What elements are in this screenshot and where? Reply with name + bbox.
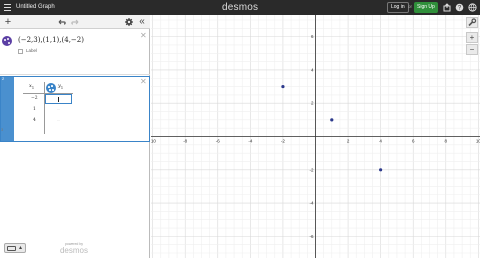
table-header-y[interactable]: y1 bbox=[58, 83, 63, 90]
top-bar: Untitled Graph desmos Log in or Sign Up … bbox=[0, 0, 480, 15]
x-tick-label: 8 bbox=[445, 139, 448, 144]
expression-toolbar: + « bbox=[0, 15, 150, 29]
table-expression[interactable]: 2 ✕ x1 y1 −2 1 4 ... ... bbox=[0, 76, 150, 142]
menu-icon[interactable] bbox=[4, 4, 11, 11]
table-cell-x[interactable]: 4 bbox=[33, 118, 36, 123]
x-tick-label: -10 bbox=[151, 139, 156, 144]
x-tick-label: -6 bbox=[216, 139, 220, 144]
table-cell-y[interactable]: ... bbox=[57, 117, 60, 122]
globe-icon[interactable] bbox=[468, 3, 477, 12]
expression-input[interactable]: (−2,3),(1,1),(4,−2) bbox=[18, 36, 84, 44]
expression-number: 2 bbox=[2, 76, 5, 81]
help-icon[interactable]: ? bbox=[455, 3, 464, 12]
x-tick-label: 10 bbox=[476, 139, 480, 144]
data-point[interactable] bbox=[379, 168, 383, 172]
x-tick-label: -8 bbox=[183, 139, 187, 144]
undo-icon[interactable] bbox=[57, 17, 67, 27]
y-tick-label: -6 bbox=[309, 234, 313, 239]
redo-icon[interactable] bbox=[70, 17, 80, 27]
label-checkbox[interactable] bbox=[18, 49, 23, 54]
wrench-icon[interactable] bbox=[466, 17, 478, 28]
new-expression-number[interactable]: 3 bbox=[1, 127, 3, 132]
keyboard-icon bbox=[7, 246, 16, 251]
add-expression-button[interactable]: + bbox=[3, 17, 13, 28]
login-button[interactable]: Log in bbox=[387, 2, 409, 13]
data-point[interactable] bbox=[330, 118, 334, 122]
graph-svg[interactable]: -10-8-6-4-2246810642-2-4-6 bbox=[149, 15, 480, 258]
text-cursor bbox=[58, 97, 59, 102]
data-point[interactable] bbox=[281, 84, 285, 89]
label-checkbox-text: Label bbox=[26, 48, 38, 53]
powered-by-logo: desmos bbox=[59, 246, 88, 255]
signup-button[interactable]: Sign Up bbox=[414, 2, 438, 13]
or-text: or bbox=[408, 4, 413, 9]
x-tick-label: 2 bbox=[347, 139, 350, 144]
graph-title[interactable]: Untitled Graph bbox=[16, 2, 55, 13]
y-tick-label: -4 bbox=[309, 201, 313, 206]
expression-color-icon[interactable] bbox=[2, 36, 12, 46]
graph-canvas[interactable]: -10-8-6-4-2246810642-2-4-6 bbox=[149, 15, 480, 258]
x-tick-label: -2 bbox=[281, 139, 285, 144]
table-cell-x[interactable]: 1 bbox=[33, 107, 36, 112]
expression-panel: + « (−2,3),(1,1),(4,−2) ✕ Label 2 ✕ x1 y… bbox=[0, 15, 150, 258]
x-tick-label: -4 bbox=[248, 139, 252, 144]
table-cell-y[interactable]: ... bbox=[57, 106, 60, 111]
expression-row[interactable]: (−2,3),(1,1),(4,−2) ✕ Label bbox=[0, 30, 150, 75]
desmos-logo: desmos bbox=[222, 2, 259, 13]
zoom-out-button[interactable]: − bbox=[466, 44, 478, 55]
x-tick-label: 4 bbox=[379, 139, 382, 144]
x-tick-label: 6 bbox=[412, 139, 415, 144]
delete-expression-icon[interactable]: ✕ bbox=[140, 31, 147, 40]
table-cell-x[interactable]: −2 bbox=[31, 96, 38, 101]
gear-icon[interactable] bbox=[124, 17, 134, 27]
keyboard-toggle-button[interactable]: ▴ bbox=[4, 243, 26, 253]
table-cell-y-active[interactable] bbox=[45, 94, 72, 104]
caret-up-icon: ▴ bbox=[19, 245, 23, 251]
y-tick-label: -2 bbox=[309, 167, 313, 172]
collapse-panel-button[interactable]: « bbox=[137, 17, 147, 27]
share-icon[interactable] bbox=[443, 3, 452, 12]
table-divider bbox=[44, 82, 45, 134]
table-header-x[interactable]: x1 bbox=[29, 83, 34, 90]
column-style-icon[interactable] bbox=[46, 83, 56, 93]
delete-table-icon[interactable]: ✕ bbox=[140, 77, 147, 86]
zoom-in-button[interactable]: + bbox=[466, 32, 478, 43]
